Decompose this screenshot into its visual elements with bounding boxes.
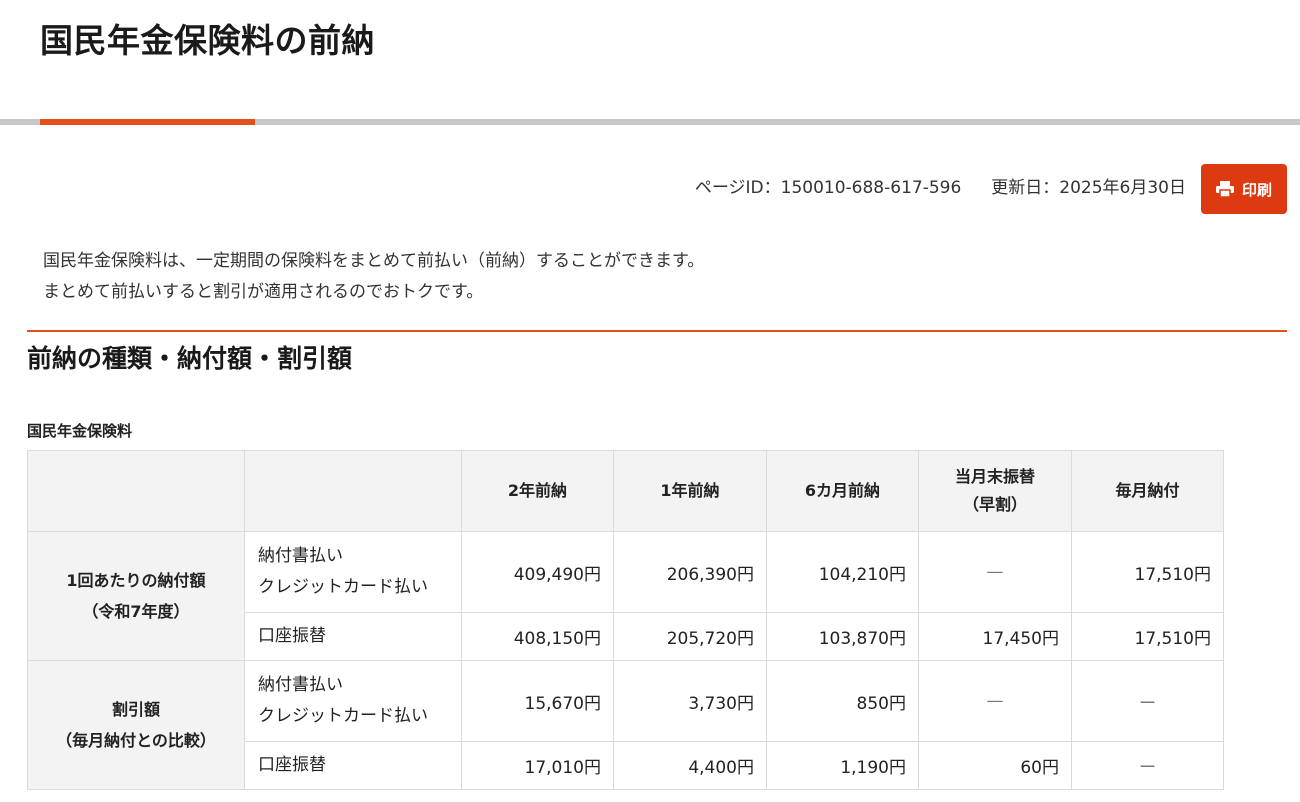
print-button[interactable]: 印刷 bbox=[1201, 164, 1287, 214]
header-1year: 1年前納 bbox=[613, 450, 767, 532]
value-cell: 104,210円 bbox=[766, 531, 919, 613]
value-cell: — bbox=[918, 531, 1072, 613]
header-monthly: 毎月納付 bbox=[1071, 450, 1224, 532]
table-row: 1回あたりの納付額 （令和7年度） 納付書払い クレジットカード払い 409,4… bbox=[27, 531, 1224, 661]
value-cell: 17,510円 bbox=[1071, 531, 1224, 613]
intro-line-2: まとめて前払いすると割引が適用されるのでおトクです。 bbox=[43, 282, 484, 302]
group-label-line2: （令和7年度） bbox=[82, 602, 190, 621]
section-heading: 前納の種類・納付額・割引額 bbox=[27, 344, 353, 373]
intro-line-1: 国民年金保険料は、一定期間の保険料をまとめて前払い（前納）することができます。 bbox=[43, 251, 705, 271]
page-meta: ページID：150010-688-617-596 更新日：2025年6月30日 bbox=[695, 174, 1186, 202]
premium-table: 2年前納 1年前納 6カ月前納 当月末振替 （早割） 毎月納付 1回あたりの納付… bbox=[27, 450, 1224, 790]
section-divider bbox=[27, 330, 1287, 332]
printer-icon bbox=[1215, 181, 1234, 197]
value-cell: 60円 bbox=[918, 741, 1072, 790]
header-empty-1 bbox=[27, 450, 245, 532]
row-group-payment-amount: 1回あたりの納付額 （令和7年度） bbox=[27, 531, 245, 661]
value-cell: 15,670円 bbox=[461, 660, 614, 742]
value-cell: 3,730円 bbox=[613, 660, 767, 742]
value-cell: 4,400円 bbox=[613, 741, 767, 790]
method-line2: クレジットカード払い bbox=[258, 577, 428, 597]
value-cell: 17,510円 bbox=[1071, 612, 1224, 661]
method-line1: 納付書払い bbox=[258, 546, 343, 566]
header-empty-2 bbox=[244, 450, 462, 532]
payment-method-cell: 口座振替 bbox=[244, 612, 462, 661]
payment-method-cell: 納付書払い クレジットカード払い bbox=[244, 531, 462, 613]
header-month-end-transfer-line2: （早割） bbox=[962, 495, 1027, 514]
table-caption: 国民年金保険料 bbox=[27, 422, 133, 440]
value-cell: 850円 bbox=[766, 660, 919, 742]
payment-method-cell: 納付書払い クレジットカード払い bbox=[244, 660, 462, 742]
page-id: ページID：150010-688-617-596 bbox=[694, 178, 962, 198]
print-button-label: 印刷 bbox=[1241, 180, 1272, 199]
payment-method-cell: 口座振替 bbox=[244, 741, 462, 790]
value-cell: ー bbox=[1071, 660, 1224, 742]
header-month-end-transfer: 当月末振替 （早割） bbox=[918, 450, 1072, 532]
table-row: 割引額 （毎月納付との比較） 納付書払い クレジットカード払い 15,670円 … bbox=[27, 660, 1224, 790]
value-cell: 205,720円 bbox=[613, 612, 767, 661]
value-cell: 103,870円 bbox=[766, 612, 919, 661]
updated-date: 更新日：2025年6月30日 bbox=[991, 178, 1186, 198]
header-6month: 6カ月前納 bbox=[766, 450, 919, 532]
group-label-line1: 1回あたりの納付額 bbox=[66, 571, 206, 590]
table-header-row: 2年前納 1年前納 6カ月前納 当月末振替 （早割） 毎月納付 bbox=[27, 450, 1224, 532]
group-label-line2: （毎月納付との比較） bbox=[56, 731, 216, 750]
intro-text: 国民年金保険料は、一定期間の保険料をまとめて前払い（前納）することができます。 … bbox=[43, 246, 704, 308]
method-line2: クレジットカード払い bbox=[258, 706, 428, 726]
header-2year: 2年前納 bbox=[461, 450, 614, 532]
value-cell: ー bbox=[1071, 741, 1224, 790]
value-cell: 409,490円 bbox=[461, 531, 614, 613]
value-cell: 408,150円 bbox=[461, 612, 614, 661]
method-line1: 納付書払い bbox=[258, 675, 343, 695]
value-cell: 17,010円 bbox=[461, 741, 614, 790]
value-cell: 206,390円 bbox=[613, 531, 767, 613]
page-title: 国民年金保険料の前納 bbox=[40, 21, 375, 60]
value-cell: 17,450円 bbox=[918, 612, 1072, 661]
row-group-discount: 割引額 （毎月納付との比較） bbox=[27, 660, 245, 790]
value-cell: — bbox=[918, 660, 1072, 742]
title-divider-accent bbox=[40, 119, 255, 125]
header-month-end-transfer-line1: 当月末振替 bbox=[954, 467, 1035, 486]
group-label-line1: 割引額 bbox=[111, 700, 160, 719]
value-cell: 1,190円 bbox=[766, 741, 919, 790]
